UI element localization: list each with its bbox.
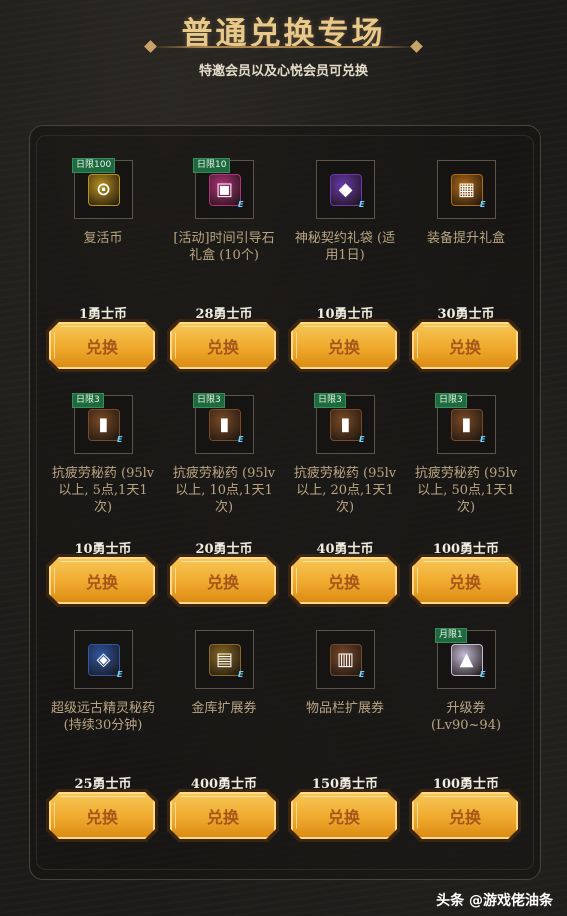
item-icon-frame: ▮日限3 [193,393,254,454]
exchange-button[interactable]: 兑换 [170,792,276,839]
potion-icon: ▮ [329,408,364,444]
item-icon-frame: ▮日限3 [314,393,375,454]
exchange-item: ▤金库扩展券400勇士币兑换 [167,630,291,865]
watermark: 头条 @游戏佬油条 [436,893,553,909]
exchange-item: ▲月限1升级券 (Lv90~94)100勇士币兑换 [409,628,533,865]
limit-badge: 月限1 [435,628,467,643]
item-icon-frame: ▲月限1 [435,628,496,689]
item-icon-frame: ▮日限3 [435,393,496,454]
vault-ticket-icon: ▤ [208,643,243,679]
level-ticket-icon: ▲ [450,643,485,679]
exchange-item: ▥物品栏扩展券150勇士币兑换 [288,630,412,865]
exchange-button[interactable]: 兑换 [291,792,397,839]
limit-badge: 日限3 [314,393,346,408]
exchange-button[interactable]: 兑换 [412,322,518,369]
exchange-item: ▣日限10[活动]时间引导石礼盒 (10个)28勇士币兑换 [167,158,291,395]
exchange-item: ▮日限3抗疲劳秘药 (95lv以上, 5点,1天1次)10勇士币兑换 [46,393,170,630]
exchange-button[interactable]: 兑换 [49,792,155,839]
exchange-button[interactable]: 兑换 [170,322,276,369]
exchange-button[interactable]: 兑换 [412,557,518,604]
exchange-button[interactable]: 兑换 [170,557,276,604]
exchange-button[interactable]: 兑换 [291,322,397,369]
item-name: 复活币 [83,231,123,246]
potion-icon: ▮ [87,408,122,444]
item-icon-frame: ▣日限10 [193,158,254,219]
exchange-item: ⊙ 日限100 复活币 1勇士币 兑换 [46,158,170,395]
item-icon-frame: ▦ [437,160,496,219]
limit-badge: 日限3 [193,393,225,408]
title-divider [150,46,417,48]
mystery-bag-icon: ◆ [329,173,364,209]
inventory-ticket-icon: ▥ [329,643,364,679]
item-icon-frame: ◆ [316,160,375,219]
exchange-item: ▮日限3抗疲劳秘药 (95lv以上, 50点,1天1次)100勇士币兑换 [409,393,533,630]
page-subtitle: 特邀会员以及心悦会员可兑换 [198,64,368,79]
item-name: 装备提升礼盒 [426,231,505,246]
item-name: 神秘契约礼袋 (适用1日) [294,231,396,263]
exchange-item: ▮日限3抗疲劳秘药 (95lv以上, 10点,1天1次)20勇士币兑换 [167,393,291,630]
potion-icon: ▮ [208,408,243,444]
item-icon-frame: ▮日限3 [72,393,133,454]
item-icon-frame: ⊙ 日限100 [72,158,133,219]
exchange-button[interactable]: 兑换 [49,557,155,604]
revive-coin-icon: ⊙ [87,173,120,206]
limit-badge: 日限10 [193,158,231,173]
limit-badge: 日限100 [72,158,116,173]
item-name: [活动]时间引导石礼盒 (10个) [173,231,275,263]
item-name: 抗疲劳秘药 (95lv以上, 5点,1天1次) [51,466,155,515]
exchange-item: ◈超级远古精灵秘药 (持续30分钟)25勇士币兑换 [46,630,170,865]
item-name: 金库扩展券 [191,701,257,716]
exchange-button[interactable]: 兑换 [49,322,155,369]
item-icon-frame: ◈ [74,630,133,689]
item-name: 抗疲劳秘药 (95lv以上, 50点,1天1次) [414,466,518,515]
exchange-item: ▦装备提升礼盒30勇士币兑换 [409,160,533,395]
elixir-icon: ◈ [87,643,122,679]
potion-icon: ▮ [450,408,485,444]
item-name: 超级远古精灵秘药 (持续30分钟) [50,701,155,733]
item-icon-frame: ▥ [316,630,375,689]
item-name: 物品栏扩展券 [305,701,384,716]
item-name: 升级券 (Lv90~94) [430,701,502,733]
exchange-button[interactable]: 兑换 [291,557,397,604]
gift-box-icon: ▣ [208,173,243,209]
exchange-item: ◆神秘契约礼袋 (适用1日)10勇士币兑换 [288,160,412,395]
exchange-item: ▮日限3抗疲劳秘药 (95lv以上, 20点,1天1次)40勇士币兑换 [288,393,412,630]
limit-badge: 日限3 [72,393,104,408]
equipment-box-icon: ▦ [450,173,485,209]
limit-badge: 日限3 [435,393,467,408]
item-name: 抗疲劳秘药 (95lv以上, 10点,1天1次) [172,466,276,515]
item-name: 抗疲劳秘药 (95lv以上, 20点,1天1次) [293,466,397,515]
exchange-button[interactable]: 兑换 [412,792,518,839]
item-icon-frame: ▤ [195,630,254,689]
